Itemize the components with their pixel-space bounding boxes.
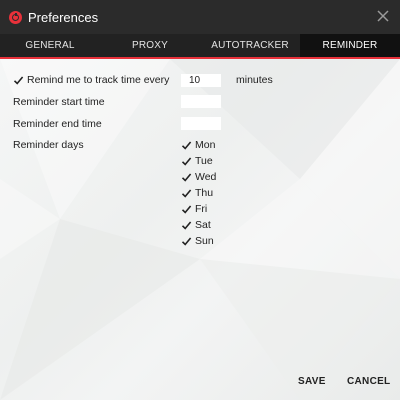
checkmark-icon bbox=[181, 156, 192, 166]
start-time-label: Reminder start time bbox=[13, 96, 105, 108]
day-checkbox-sat[interactable] bbox=[181, 220, 192, 231]
interval-unit: minutes bbox=[236, 74, 273, 86]
checkmark-icon bbox=[181, 172, 192, 182]
tab-bar: GENERAL PROXY AUTOTRACKER REMINDER bbox=[0, 34, 400, 59]
day-checkbox-mon[interactable] bbox=[181, 140, 192, 151]
checkmark-icon bbox=[181, 220, 192, 230]
day-label: Sat bbox=[195, 219, 211, 231]
tab-proxy[interactable]: PROXY bbox=[100, 34, 200, 57]
cancel-button[interactable]: CANCEL bbox=[347, 376, 390, 387]
day-checkbox-tue[interactable] bbox=[181, 156, 192, 167]
days-label: Reminder days bbox=[13, 139, 84, 151]
day-checkbox-fri[interactable] bbox=[181, 204, 192, 215]
remind-label: Remind me to track time every bbox=[27, 74, 170, 86]
checkmark-icon bbox=[13, 75, 24, 85]
day-label: Fri bbox=[195, 203, 208, 215]
timer-icon bbox=[9, 10, 22, 24]
window-title: Preferences bbox=[28, 9, 99, 25]
day-item-sat: Sat bbox=[181, 219, 211, 231]
title-bar: Preferences bbox=[0, 0, 400, 34]
day-item-thu: Thu bbox=[181, 187, 213, 199]
checkmark-icon bbox=[181, 188, 192, 198]
save-button[interactable]: SAVE bbox=[298, 376, 326, 387]
day-item-wed: Wed bbox=[181, 171, 216, 183]
start-time-input[interactable] bbox=[181, 95, 221, 108]
day-label: Tue bbox=[195, 155, 213, 167]
day-item-tue: Tue bbox=[181, 155, 213, 167]
day-item-sun: Sun bbox=[181, 235, 214, 247]
checkmark-icon bbox=[181, 236, 192, 246]
day-label: Wed bbox=[195, 171, 217, 183]
end-time-input[interactable] bbox=[181, 117, 221, 130]
checkmark-icon bbox=[181, 204, 192, 214]
end-time-label: Reminder end time bbox=[13, 118, 102, 130]
day-label: Thu bbox=[195, 187, 214, 199]
interval-input[interactable] bbox=[181, 74, 221, 87]
tab-general[interactable]: GENERAL bbox=[0, 34, 100, 57]
remind-row: Remind me to track time every bbox=[13, 74, 169, 86]
reminder-panel: Remind me to track time every minutes Re… bbox=[0, 59, 400, 400]
close-icon[interactable] bbox=[375, 8, 391, 24]
remind-checkbox[interactable] bbox=[13, 75, 24, 86]
day-item-mon: Mon bbox=[181, 139, 215, 151]
day-item-fri: Fri bbox=[181, 203, 207, 215]
day-checkbox-sun[interactable] bbox=[181, 236, 192, 247]
tab-autotracker[interactable]: AUTOTRACKER bbox=[200, 34, 300, 57]
tab-reminder[interactable]: REMINDER bbox=[300, 34, 400, 57]
day-checkbox-wed[interactable] bbox=[181, 172, 192, 183]
checkmark-icon bbox=[181, 140, 192, 150]
day-checkbox-thu[interactable] bbox=[181, 188, 192, 199]
day-label: Sun bbox=[195, 235, 214, 247]
day-label: Mon bbox=[195, 139, 216, 151]
